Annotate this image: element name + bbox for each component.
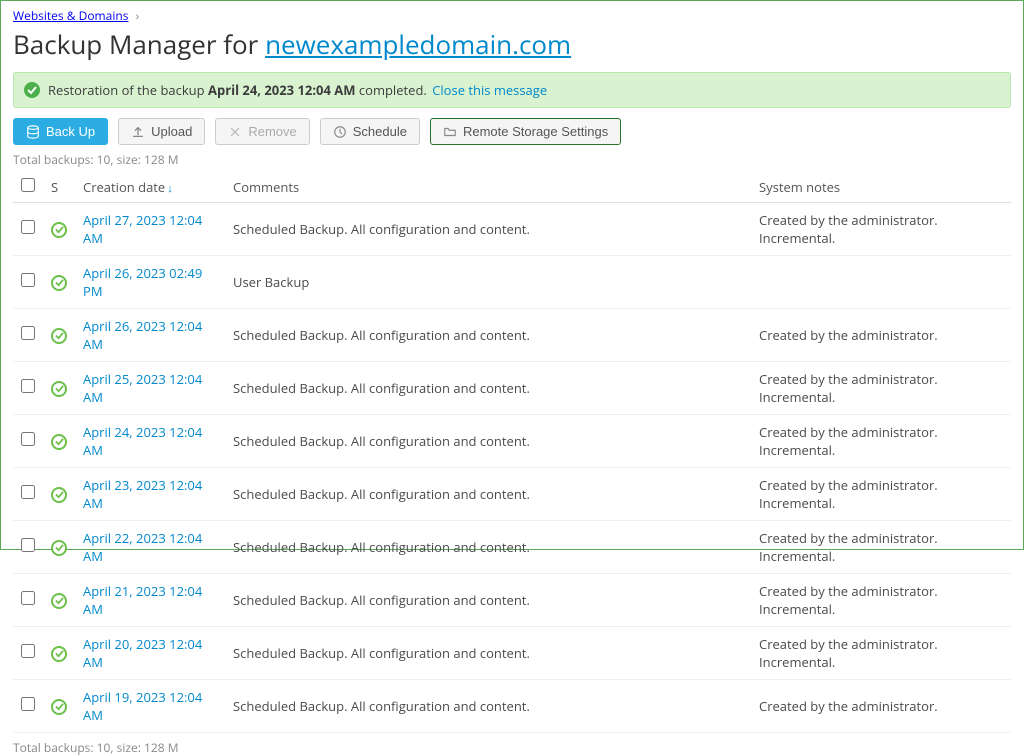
- table-row: April 21, 2023 12:04 AM Scheduled Backup.…: [13, 574, 1011, 627]
- backup-date-link[interactable]: April 25, 2023 12:04 AM: [83, 370, 202, 406]
- clock-icon: [333, 125, 347, 139]
- remove-icon: [228, 125, 242, 139]
- backup-notes: Created by the administrator.: [751, 680, 1011, 733]
- row-checkbox[interactable]: [21, 485, 35, 499]
- table-row: April 23, 2023 12:04 AM Scheduled Backup.…: [13, 468, 1011, 521]
- status-ok-icon: [51, 275, 67, 291]
- backup-notes: [751, 256, 1011, 309]
- backup-comments: Scheduled Backup. All configuration and …: [225, 627, 751, 680]
- success-alert: Restoration of the backup April 24, 2023…: [13, 72, 1011, 108]
- col-comments-header[interactable]: Comments: [225, 172, 751, 203]
- backup-notes: Created by the administrator. Incrementa…: [751, 415, 1011, 468]
- backup-date-link[interactable]: April 21, 2023 12:04 AM: [83, 582, 202, 618]
- status-ok-icon: [51, 328, 67, 344]
- table-row: April 26, 2023 12:04 AM Scheduled Backup.…: [13, 309, 1011, 362]
- backup-comments: Scheduled Backup. All configuration and …: [225, 309, 751, 362]
- status-ok-icon: [51, 646, 67, 662]
- backup-comments: Scheduled Backup. All configuration and …: [225, 362, 751, 415]
- status-ok-icon: [51, 487, 67, 503]
- row-checkbox[interactable]: [21, 326, 35, 340]
- backup-date-link[interactable]: April 26, 2023 02:49 PM: [83, 264, 202, 300]
- page-title: Backup Manager for newexampledomain.com: [13, 26, 1011, 62]
- row-checkbox[interactable]: [21, 432, 35, 446]
- breadcrumb-link[interactable]: Websites & Domains: [13, 7, 128, 24]
- row-checkbox[interactable]: [21, 273, 35, 287]
- backup-comments: User Backup: [225, 256, 751, 309]
- schedule-button[interactable]: Schedule: [320, 118, 420, 145]
- backups-table: S Creation date↓ Comments System notes A…: [13, 172, 1011, 733]
- backup-notes: Created by the administrator.: [751, 309, 1011, 362]
- backup-comments: Scheduled Backup. All configuration and …: [225, 203, 751, 256]
- backup-date-link[interactable]: April 26, 2023 12:04 AM: [83, 317, 202, 353]
- status-ok-icon: [51, 540, 67, 556]
- backup-notes: Created by the administrator. Incrementa…: [751, 203, 1011, 256]
- table-row: April 19, 2023 12:04 AM Scheduled Backup.…: [13, 680, 1011, 733]
- breadcrumb: Websites & Domains ›: [13, 7, 1011, 24]
- database-icon: [26, 125, 40, 139]
- remove-button[interactable]: Remove: [215, 118, 309, 145]
- backup-button[interactable]: Back Up: [13, 118, 108, 145]
- status-ok-icon: [51, 222, 67, 238]
- table-row: April 26, 2023 02:49 PM User Backup: [13, 256, 1011, 309]
- domain-link[interactable]: newexampledomain.com: [265, 26, 571, 62]
- row-checkbox[interactable]: [21, 379, 35, 393]
- backup-notes: Created by the administrator. Incrementa…: [751, 521, 1011, 574]
- table-row: April 27, 2023 12:04 AM Scheduled Backup.…: [13, 203, 1011, 256]
- backup-date-link[interactable]: April 23, 2023 12:04 AM: [83, 476, 202, 512]
- backup-notes: Created by the administrator. Incrementa…: [751, 468, 1011, 521]
- backup-comments: Scheduled Backup. All configuration and …: [225, 415, 751, 468]
- status-ok-icon: [51, 381, 67, 397]
- col-status-header[interactable]: S: [43, 172, 75, 203]
- backup-date-link[interactable]: April 24, 2023 12:04 AM: [83, 423, 202, 459]
- page-container: Websites & Domains › Backup Manager for …: [0, 0, 1024, 550]
- sort-desc-icon: ↓: [167, 181, 173, 196]
- backup-notes: Created by the administrator. Incrementa…: [751, 574, 1011, 627]
- backup-notes: Created by the administrator. Incrementa…: [751, 627, 1011, 680]
- status-ok-icon: [51, 434, 67, 450]
- remote-storage-button[interactable]: Remote Storage Settings: [430, 118, 621, 145]
- backup-notes: Created by the administrator. Incrementa…: [751, 362, 1011, 415]
- status-ok-icon: [51, 699, 67, 715]
- row-checkbox[interactable]: [21, 644, 35, 658]
- backup-comments: Scheduled Backup. All configuration and …: [225, 521, 751, 574]
- select-all-checkbox[interactable]: [21, 178, 35, 192]
- col-notes-header[interactable]: System notes: [751, 172, 1011, 203]
- page-title-prefix: Backup Manager for: [13, 26, 265, 62]
- table-row: April 20, 2023 12:04 AM Scheduled Backup.…: [13, 627, 1011, 680]
- backup-date-link[interactable]: April 20, 2023 12:04 AM: [83, 635, 202, 671]
- backup-date-link[interactable]: April 27, 2023 12:04 AM: [83, 211, 202, 247]
- upload-button[interactable]: Upload: [118, 118, 205, 145]
- chevron-right-icon: ›: [136, 7, 140, 24]
- upload-icon: [131, 125, 145, 139]
- close-message-link[interactable]: Close this message: [432, 81, 547, 99]
- totals-bottom: Total backups: 10, size: 128 M: [13, 739, 1011, 756]
- row-checkbox[interactable]: [21, 220, 35, 234]
- row-checkbox[interactable]: [21, 697, 35, 711]
- table-row: April 22, 2023 12:04 AM Scheduled Backup.…: [13, 521, 1011, 574]
- check-circle-icon: [24, 82, 40, 98]
- backup-comments: Scheduled Backup. All configuration and …: [225, 574, 751, 627]
- row-checkbox[interactable]: [21, 591, 35, 605]
- totals-top: Total backups: 10, size: 128 M: [13, 151, 1011, 168]
- table-row: April 24, 2023 12:04 AM Scheduled Backup.…: [13, 415, 1011, 468]
- backup-date-link[interactable]: April 19, 2023 12:04 AM: [83, 688, 202, 724]
- col-date-header[interactable]: Creation date↓: [75, 172, 225, 203]
- backup-comments: Scheduled Backup. All configuration and …: [225, 680, 751, 733]
- status-ok-icon: [51, 593, 67, 609]
- alert-text: Restoration of the backup April 24, 2023…: [48, 81, 547, 99]
- backup-date-link[interactable]: April 22, 2023 12:04 AM: [83, 529, 202, 565]
- table-row: April 25, 2023 12:04 AM Scheduled Backup.…: [13, 362, 1011, 415]
- folder-icon: [443, 125, 457, 139]
- backup-comments: Scheduled Backup. All configuration and …: [225, 468, 751, 521]
- toolbar: Back Up Upload Remove Schedule Remote St…: [13, 118, 1011, 145]
